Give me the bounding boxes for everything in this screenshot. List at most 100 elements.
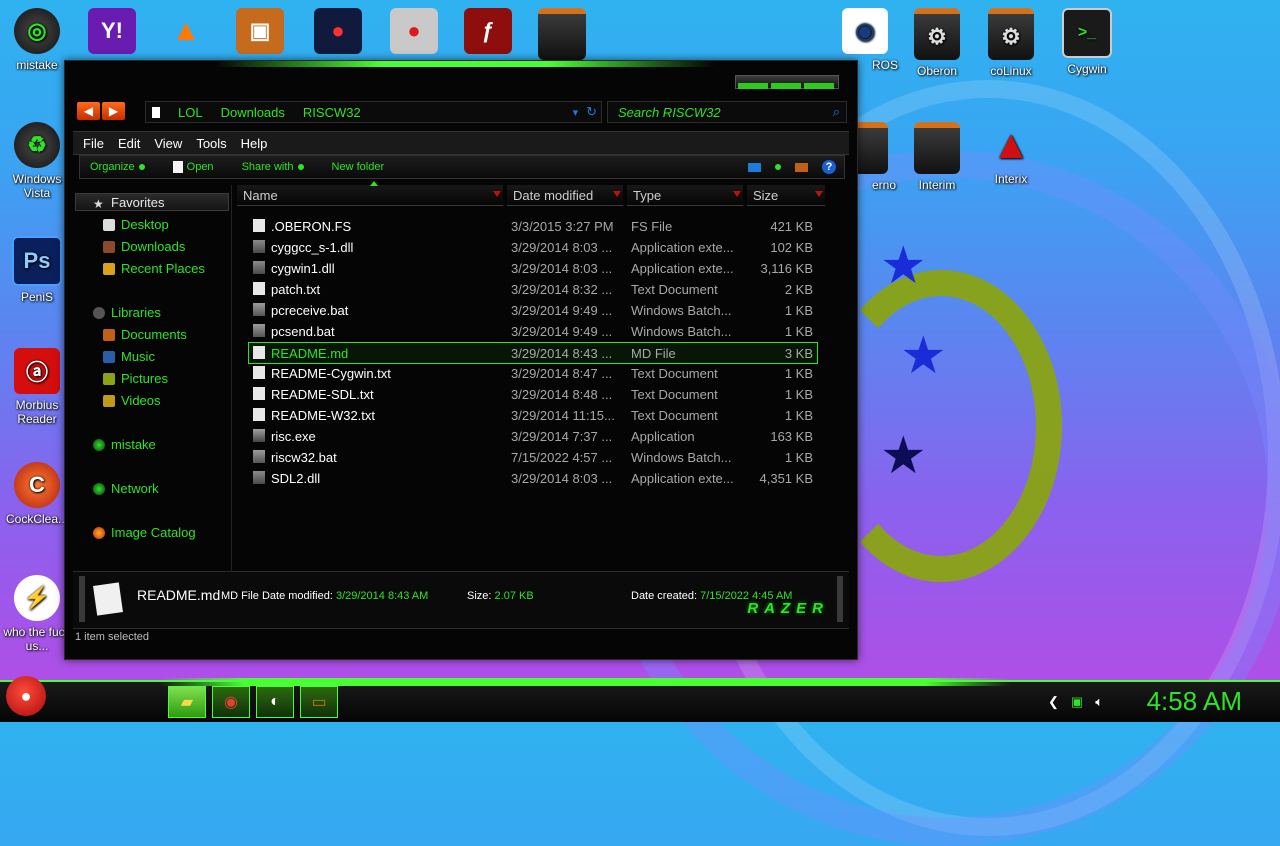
back-icon[interactable]: ❮ (1048, 694, 1059, 710)
desktop-icon-lightning[interactable]: ⚡ who the fuck us... (0, 575, 74, 653)
briefcase-icon[interactable]: ▣ (236, 8, 284, 54)
flash-icon[interactable]: ƒ (464, 8, 512, 54)
nav-music[interactable]: Music (103, 349, 155, 364)
desktop-icon-cygwin[interactable]: >_ Cygwin (1050, 8, 1124, 76)
maximize-button[interactable] (771, 83, 801, 89)
batch-icon (253, 324, 265, 337)
file-type: Application exte... (631, 471, 734, 486)
file-row[interactable]: riscw32.bat 7/15/2022 4:57 ... Windows Bat… (249, 447, 817, 467)
angry-birds-icon[interactable]: ● (390, 8, 438, 54)
breadcrumb-downloads[interactable]: Downloads (221, 105, 285, 120)
window-controls[interactable] (735, 75, 839, 89)
nav-desktop[interactable]: Desktop (103, 217, 169, 232)
file-row[interactable]: .OBERON.FS 3/3/2015 3:27 PM FS File 421 KB (249, 216, 817, 236)
desktop-icon-windows-vista[interactable]: ♻ Windows Vista (0, 122, 74, 200)
nav-favorites[interactable]: ★ Favorites (93, 195, 164, 211)
menu-file[interactable]: File (83, 136, 104, 151)
minimize-button[interactable] (738, 83, 768, 89)
file-row-selected[interactable]: README.md 3/29/2014 8:43 ... MD File 3 KB (248, 342, 818, 364)
nav-image-catalog[interactable]: Image Catalog (93, 525, 196, 540)
clock[interactable]: 4:58 AM (1147, 686, 1242, 717)
address-bar[interactable]: LOL Downloads RISCW32 ▾ ↻ (145, 101, 602, 123)
menu-view[interactable]: View (154, 136, 182, 151)
nav-pictures[interactable]: Pictures (103, 371, 168, 386)
column-dropdown-icon[interactable] (733, 191, 741, 197)
column-dropdown-icon[interactable] (815, 191, 823, 197)
file-row[interactable]: README-SDL.txt 3/29/2014 8:48 ... Text Doc… (249, 384, 817, 404)
angry-birds-space-icon[interactable]: ● (314, 8, 362, 54)
desktop-icon-interix[interactable]: ▲ Interix (974, 122, 1048, 187)
file-row[interactable]: README-Cygwin.txt 3/29/2014 8:47 ... Text … (249, 363, 817, 383)
file-row[interactable]: pcsend.bat 3/29/2014 9:49 ... Windows Batc… (249, 321, 817, 341)
nav-recent-places[interactable]: Recent Places (103, 261, 205, 276)
yahoo-icon[interactable]: Y! (88, 8, 136, 54)
nav-label: Music (121, 349, 155, 364)
desktop-icon-mistake[interactable]: ◎ mistake (0, 8, 74, 72)
column-date-modified[interactable]: Date modified (507, 185, 623, 206)
nav-libraries[interactable]: Libraries (93, 305, 161, 320)
file-row[interactable]: README-W32.txt 3/29/2014 11:15... Text Doc… (249, 405, 817, 425)
open-button[interactable]: Open (172, 161, 214, 173)
column-dropdown-icon[interactable] (493, 191, 501, 197)
nav-network[interactable]: Network (93, 481, 159, 496)
column-label: Date modified (513, 188, 594, 203)
help-icon[interactable]: ? (822, 160, 836, 174)
search-input[interactable]: Search RISCW32 ⌕ (607, 101, 847, 123)
edge-icon: ◐ (270, 693, 280, 710)
window-app-icon: ▭ (311, 694, 327, 711)
file-type: Text Document (631, 366, 718, 381)
view-icon[interactable] (748, 162, 761, 172)
explorer-window[interactable]: ◀ ▶ LOL Downloads RISCW32 ▾ ↻ Search RIS… (64, 60, 858, 660)
file-row[interactable]: risc.exe 3/29/2014 7:37 ... Application 163… (249, 426, 817, 446)
preview-pane-icon[interactable] (795, 162, 808, 172)
desktop-icon-colinux[interactable]: ⚙ coLinux (974, 8, 1048, 78)
nav-videos[interactable]: Videos (103, 393, 161, 408)
nav-documents[interactable]: Documents (103, 327, 187, 342)
breadcrumb-riscw32[interactable]: RISCW32 (303, 105, 361, 120)
column-type[interactable]: Type (627, 185, 743, 206)
nav-downloads[interactable]: Downloads (103, 239, 185, 254)
column-dropdown-icon[interactable] (613, 191, 621, 197)
column-label: Size (753, 188, 779, 203)
breadcrumb-lol[interactable]: LOL (178, 105, 203, 120)
organize-button[interactable]: Organize (90, 161, 145, 173)
taskbar-chrome[interactable]: ◉ (212, 686, 250, 718)
file-row[interactable]: patch.txt 3/29/2014 8:32 ... Text Document… (249, 279, 817, 299)
menu-help[interactable]: Help (241, 136, 268, 151)
forward-button[interactable]: ▶ (102, 102, 125, 120)
desktop-icon-interim[interactable]: Interim (900, 122, 974, 192)
file-row[interactable]: cyggcc_s-1.dll 3/29/2014 8:03 ... Applicat… (249, 237, 817, 257)
desktop-icon-cleaner[interactable]: C CockClea... (0, 462, 74, 526)
desktop-icon-pdf-reader[interactable]: ⓐ Morbius Reader (0, 348, 74, 426)
nav-homegroup[interactable]: mistake (93, 437, 156, 452)
file-row[interactable]: cygwin1.dll 3/29/2014 8:03 ... Application… (249, 258, 817, 278)
file-row[interactable]: pcreceive.bat 3/29/2014 9:49 ... Windows B… (249, 300, 817, 320)
menu-edit[interactable]: Edit (118, 136, 140, 151)
search-icon[interactable]: ⌕ (833, 104, 840, 120)
file-type: Text Document (631, 387, 718, 402)
desktop-icon-label: Windows Vista (12, 172, 62, 200)
volume-icon[interactable]: 🔈︎ (1095, 694, 1103, 710)
battery-icon[interactable]: ▣ (1071, 694, 1083, 710)
taskbar-window-app[interactable]: ▭ (300, 686, 338, 718)
vlc-icon[interactable]: ▲ (162, 8, 210, 54)
desktop-icon-oberon[interactable]: ⚙ Oberon (900, 8, 974, 78)
app-window-icon (914, 122, 960, 174)
close-button[interactable] (804, 83, 834, 89)
column-size[interactable]: Size (747, 185, 825, 206)
file-row[interactable]: SDL2.dll 3/29/2014 8:03 ... Application ex… (249, 468, 817, 488)
back-button[interactable]: ◀ (77, 102, 100, 120)
new-folder-button[interactable]: New folder (332, 161, 385, 173)
share-button[interactable]: Share with (242, 161, 304, 173)
taskbar-edge[interactable]: ◐ (256, 686, 294, 718)
menu-tools[interactable]: Tools (196, 136, 226, 151)
refresh-icon[interactable]: ↻ (586, 104, 597, 120)
chevron-down-icon[interactable]: ▾ (573, 106, 579, 119)
app-window-icon[interactable] (538, 8, 586, 60)
dll-icon (253, 261, 265, 274)
view-dropdown-icon[interactable] (775, 164, 781, 170)
start-button[interactable]: ● (6, 676, 46, 716)
desktop-icon-photoshop[interactable]: Ps PeniS (0, 236, 74, 304)
taskbar-explorer[interactable]: ▰ (168, 686, 206, 718)
column-name[interactable]: Name (237, 181, 503, 206)
